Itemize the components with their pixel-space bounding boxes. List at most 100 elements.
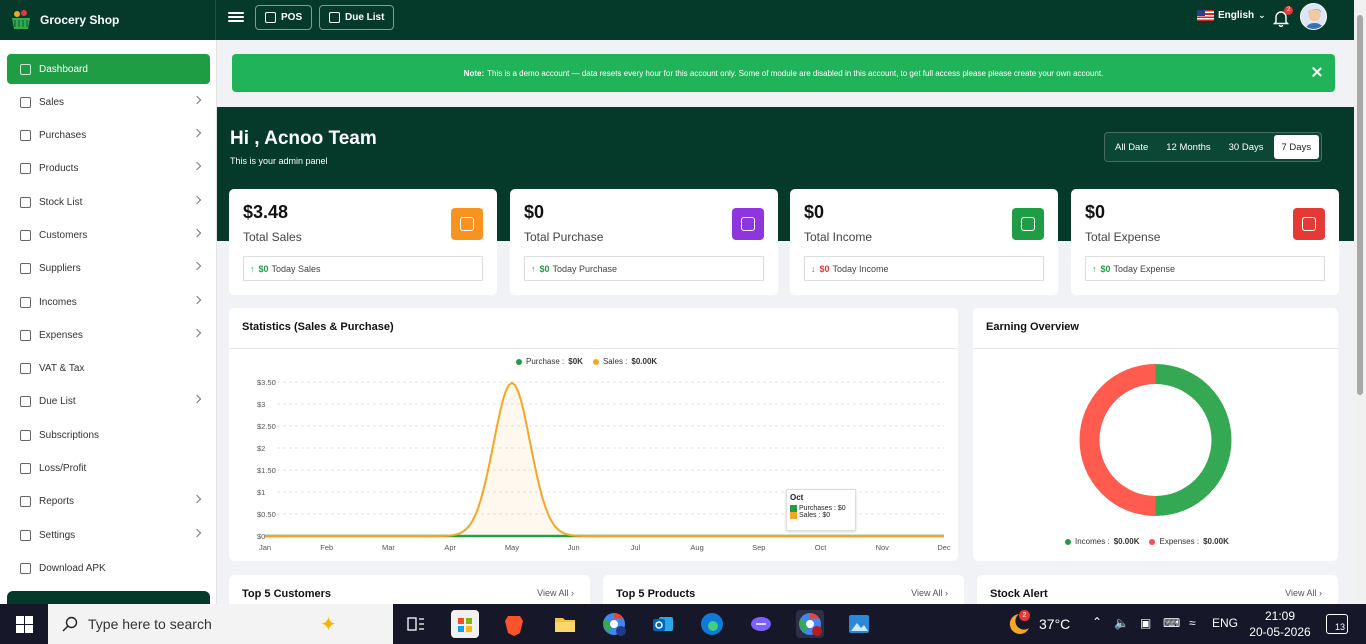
pos-button-label: POS [281,12,303,23]
brand-name: Grocery Shop [40,13,120,27]
view-all-stock-link[interactable]: View All › [1285,588,1322,598]
stock-alert-title: Stock Alert [990,588,1048,600]
taskbar-search-input[interactable]: Type here to search ✦ [48,604,393,644]
greeting-subtitle: This is your admin panel [230,156,328,166]
tooltip-purchases: Purchases : $0 [799,505,846,512]
sidebar-item-loss-profit[interactable]: Loss/Profit [7,453,210,483]
stat-today: ↑ $0 Today Expense [1085,256,1325,281]
y-tick-label: $3.50 [257,378,276,387]
donut-slice-expenses[interactable] [1079,364,1156,516]
stat-card-total-purchase[interactable]: $0 Total Purchase ↑ $0 Today Purchase [510,189,778,295]
view-all-products-link[interactable]: View All › [911,588,948,598]
sidebar-item-due-list[interactable]: Due List [7,386,210,416]
range-option-all-date[interactable]: All Date [1107,135,1156,159]
sidebar-item-label: Stock List [39,196,83,208]
download-icon [20,562,31,574]
weather-badge: 2 [1019,610,1030,621]
sidebar-item-sales[interactable]: Sales [7,87,210,117]
chevron-right-icon [192,161,202,171]
task-view-icon[interactable] [402,610,430,638]
file-explorer-icon[interactable] [551,610,579,638]
menu-toggle-icon[interactable] [228,10,244,26]
view-all-customers-link[interactable]: View All › [537,588,574,598]
sidebar-item-purchases[interactable]: Purchases [7,120,210,150]
brand[interactable]: Grocery Shop [0,0,216,40]
stat-card-total-expense[interactable]: $0 Total Expense ↑ $0 Today Expense [1071,189,1339,295]
file-icon [20,495,31,507]
donut-slice-incomes[interactable] [1155,364,1232,516]
sidebar-item-customers[interactable]: Customers [7,220,210,250]
notification-badge: 2 [1284,6,1293,15]
clock[interactable]: 21:09 20-05-2026 [1248,608,1312,640]
avatar[interactable] [1300,3,1327,30]
notification-center-icon[interactable]: 13 [1326,614,1348,634]
sidebar-item-reports[interactable]: Reports [7,486,210,516]
legend-incomes[interactable]: Incomes : $0.00K [1065,537,1139,546]
sidebar-item-label: Due List [39,395,76,407]
pos-button[interactable]: POS [255,5,313,30]
sidebar-item-label: Sales [39,96,65,108]
chevron-right-icon [192,228,202,238]
stat-today-label: Today Income [832,263,889,274]
sidebar-item-label: Reports [39,495,75,507]
percent-icon [20,362,31,374]
stat-today: ↑ $0 Today Purchase [524,256,764,281]
stat-card-total-sales[interactable]: $3.48 Total Sales ↑ $0 Today Sales [229,189,497,295]
sidebar-item-download-apk[interactable]: Download APK [7,553,210,583]
due-list-button[interactable]: Due List [319,5,395,30]
range-option-30-days[interactable]: 30 Days [1221,135,1272,159]
sidebar-item-incomes[interactable]: Incomes [7,287,210,317]
sidebar-item-settings[interactable]: Settings [7,520,210,550]
search-placeholder: Type here to search [88,616,212,632]
sidebar-item-subscriptions[interactable]: Subscriptions [7,420,210,450]
sidebar-item-products[interactable]: Products [7,153,210,183]
top-customers-panel: Top 5 Customers View All › [229,575,590,604]
range-option-7-days[interactable]: 7 Days [1273,135,1320,159]
brave-browser-icon[interactable] [500,610,528,638]
copilot-icon[interactable] [747,610,775,638]
photos-icon[interactable] [845,610,873,638]
range-option-12-months[interactable]: 12 Months [1158,135,1218,159]
edge-browser-icon[interactable] [698,610,726,638]
sidebar-item-label: Incomes [39,296,77,308]
top-customers-title: Top 5 Customers [242,588,332,600]
sidebar-item-vat-tax[interactable]: VAT & Tax [7,353,210,383]
microsoft-store-icon[interactable] [451,610,479,638]
chevron-right-icon [192,261,202,271]
arrow-up-icon: ↑ [250,263,255,274]
stat-today-amount: $0 [819,263,830,274]
stat-today: ↑ $0 Today Sales [243,256,483,281]
volume-mute-icon[interactable]: 🔈 [1114,616,1129,630]
tray-chevron-up-icon[interactable]: ⌃ [1092,615,1102,629]
arrow-down-icon: ↓ [811,263,816,274]
language-selector[interactable]: English ⌄ [1197,10,1266,21]
y-tick-label: $2.50 [257,422,276,431]
outlook-icon[interactable] [649,610,677,638]
due-list-button-label: Due List [345,12,385,23]
tooltip-sales: Sales : $0 [799,512,831,519]
meet-now-icon[interactable]: ▣ [1140,616,1151,630]
windows-start-button[interactable] [0,604,48,644]
page-scrollbar[interactable] [1354,0,1366,604]
wifi-icon[interactable]: ≈ [1189,616,1196,630]
stat-today-amount: $0 [539,263,550,274]
sidebar-item-suppliers[interactable]: Suppliers [7,253,210,283]
weather-widget[interactable]: 37°C 2 [1005,610,1070,636]
date-range-filter: All Date 12 Months 30 Days 7 Days [1104,132,1323,162]
basket-logo-icon [12,10,30,29]
input-indicator-icon[interactable]: ⌨ [1163,616,1180,630]
legend-expenses[interactable]: Expenses : $0.00K [1149,537,1229,546]
close-icon[interactable] [1311,66,1323,78]
language-indicator[interactable]: ENG [1212,616,1238,630]
stat-card-total-income[interactable]: $0 Total Income ↓ $0 Today Income [790,189,1058,295]
sidebar-item-dashboard[interactable]: Dashboard [7,54,210,84]
sidebar-item-label: Loss/Profit [39,462,87,474]
chrome-active-icon[interactable] [796,610,824,638]
arrow-up-icon: ↑ [531,263,536,274]
y-tick-label: $0.50 [257,510,276,519]
sidebar-item-label: Purchases [39,129,87,141]
sidebar-item-stock-list[interactable]: Stock List [7,187,210,217]
chrome-profile-a-icon[interactable] [600,610,628,638]
sidebar-item-expenses[interactable]: Expenses [7,320,210,350]
scrollbar-thumb[interactable] [1357,15,1363,395]
